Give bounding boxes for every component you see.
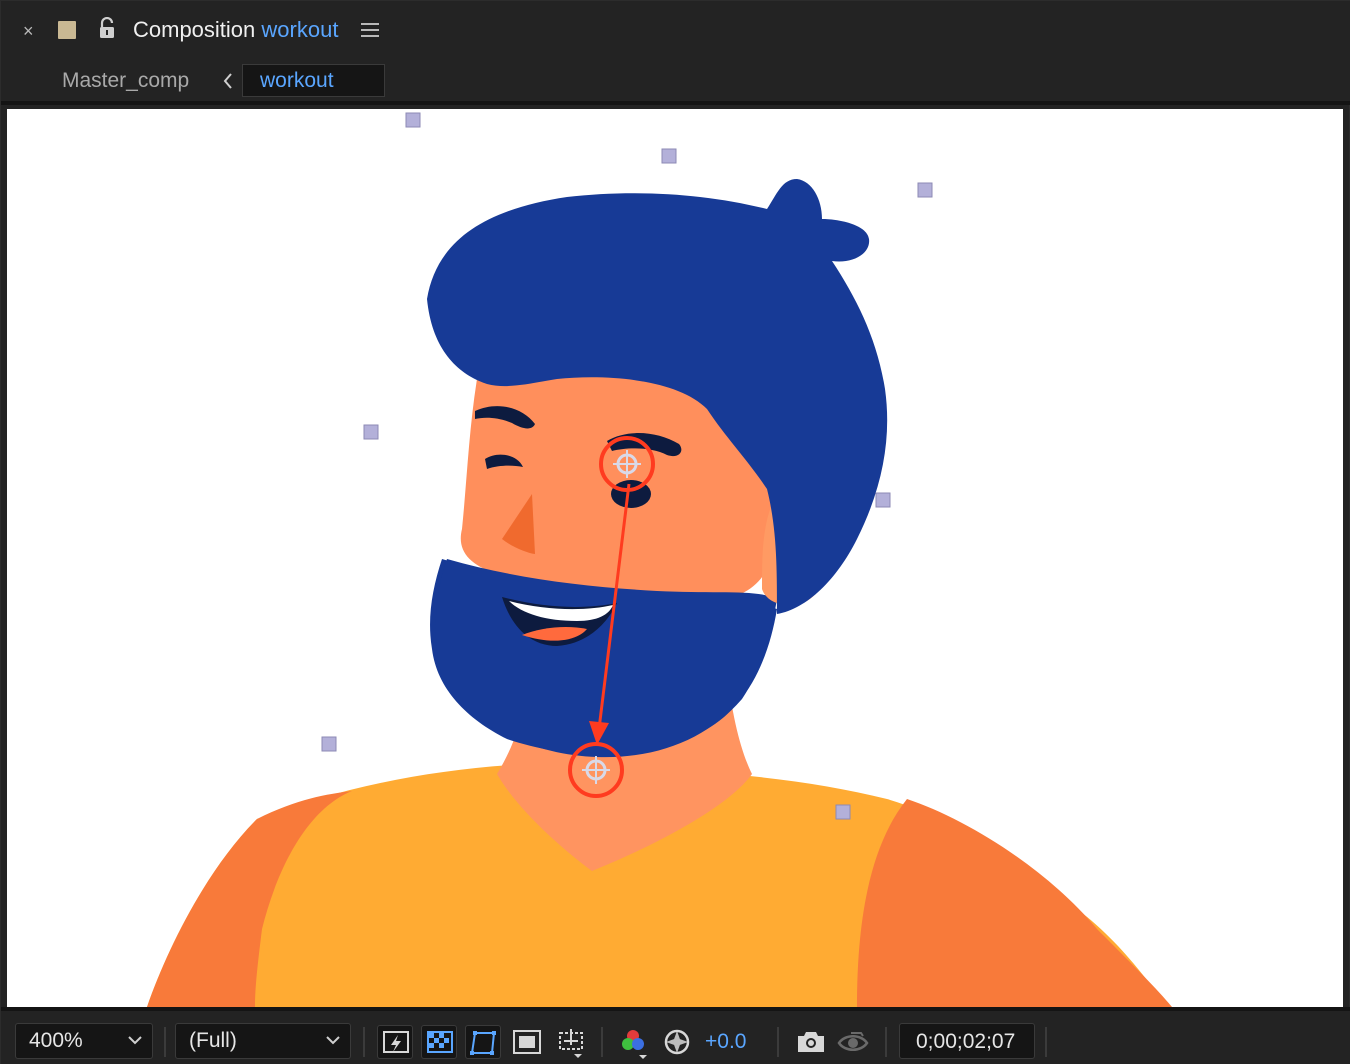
character-artwork — [147, 112, 1172, 1007]
show-snapshot-icon[interactable] — [835, 1025, 871, 1059]
composition-panel: × Composition workout Master_comp workou… — [0, 0, 1350, 1064]
title-prefix: Composition — [133, 17, 256, 42]
separator — [1045, 1027, 1047, 1057]
separator — [164, 1027, 166, 1057]
exposure-value[interactable]: +0.0 — [705, 1030, 746, 1054]
panel-title: Composition workout — [133, 17, 338, 43]
separator — [885, 1027, 887, 1057]
magnification-value: 400% — [29, 1029, 83, 1052]
breadcrumb-parent[interactable]: Master_comp — [62, 69, 189, 93]
separator — [777, 1027, 779, 1057]
label-color-swatch[interactable] — [58, 21, 76, 39]
viewer-controls-bar: 400% (Full) +0.0 0;00;02;07 — [1, 1007, 1350, 1064]
separator — [363, 1027, 365, 1057]
current-time-display[interactable]: 0;00;02;07 — [899, 1023, 1035, 1059]
composition-breadcrumb: Master_comp workout — [1, 59, 1350, 105]
snapshot-icon[interactable] — [793, 1025, 829, 1059]
channel-icon[interactable] — [615, 1025, 651, 1059]
panel-header: × Composition workout — [1, 1, 1350, 59]
unlock-icon[interactable] — [97, 16, 117, 39]
title-comp-name: workout — [261, 17, 339, 42]
region-of-interest-icon[interactable] — [509, 1025, 545, 1059]
magnification-dropdown[interactable]: 400% — [15, 1023, 153, 1059]
mask-visibility-icon[interactable] — [465, 1025, 501, 1059]
resolution-dropdown[interactable]: (Full) — [175, 1023, 351, 1059]
fast-preview-icon[interactable] — [377, 1025, 413, 1059]
chevron-down-icon — [128, 1036, 142, 1045]
hamburger-menu-icon[interactable] — [361, 23, 379, 39]
resolution-value: (Full) — [189, 1029, 237, 1052]
composition-viewer[interactable] — [7, 109, 1343, 1007]
close-panel-button[interactable]: × — [23, 20, 41, 42]
transparency-grid-icon[interactable] — [421, 1025, 457, 1059]
chevron-down-icon — [326, 1036, 340, 1045]
separator — [601, 1027, 603, 1057]
breadcrumb-current[interactable]: workout — [242, 64, 385, 97]
exposure-reset-icon[interactable] — [659, 1025, 695, 1059]
chevron-left-icon — [220, 69, 236, 93]
grid-guides-icon[interactable] — [553, 1025, 589, 1059]
